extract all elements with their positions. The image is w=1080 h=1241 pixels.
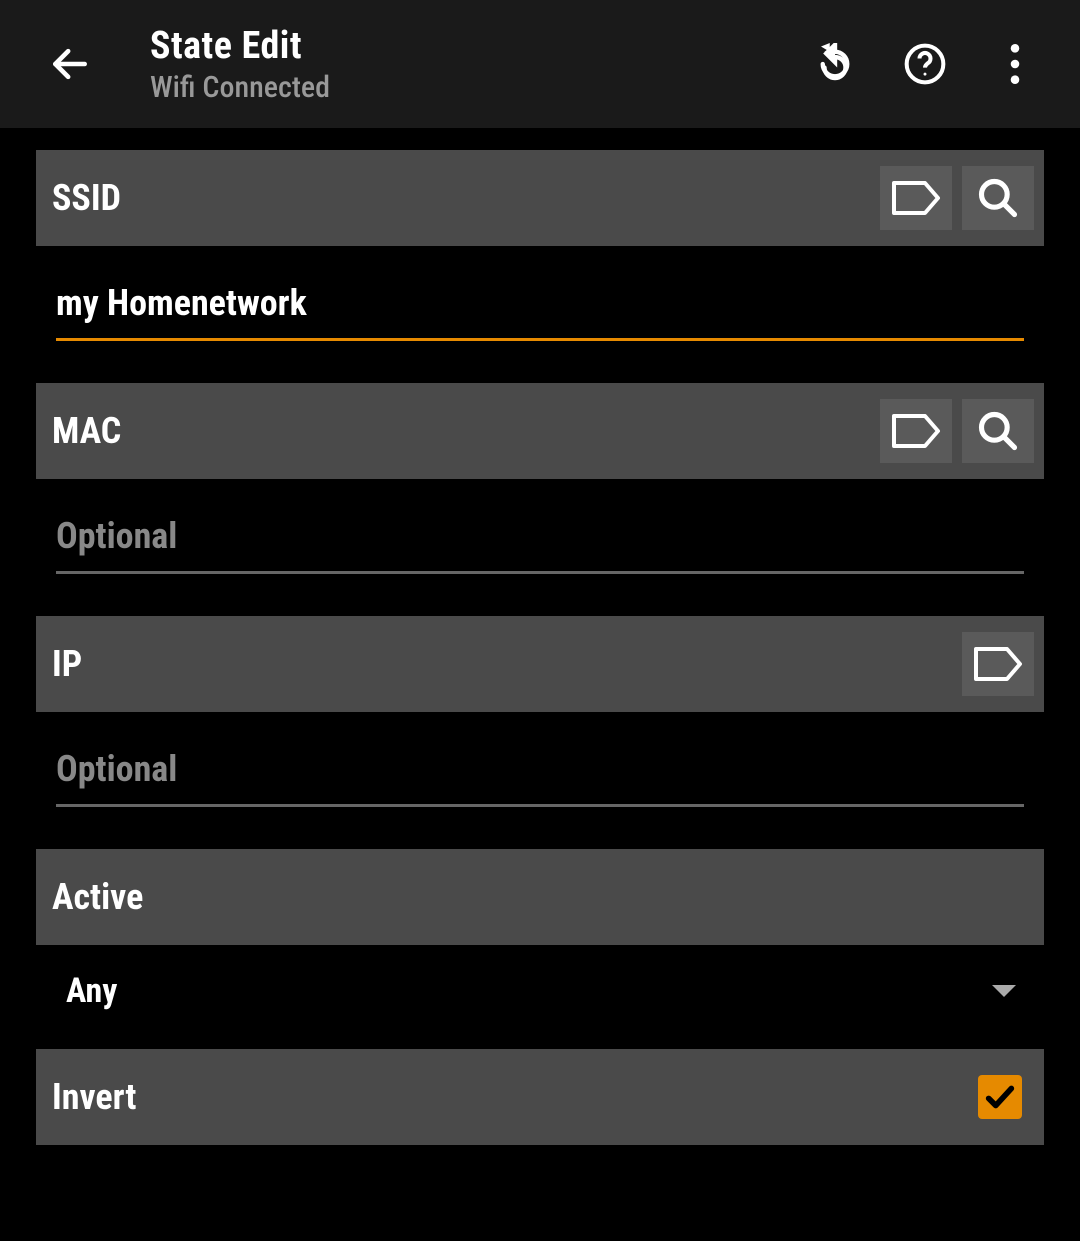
tag-icon xyxy=(891,180,941,216)
search-icon xyxy=(976,409,1020,453)
page-subtitle: Wifi Connected xyxy=(150,70,805,105)
help-icon xyxy=(903,42,947,86)
ip-label: IP xyxy=(52,643,952,685)
mac-header: MAC xyxy=(36,383,1044,479)
mac-search-button[interactable] xyxy=(962,399,1034,463)
ip-header: IP xyxy=(36,616,1044,712)
active-select[interactable]: Any xyxy=(36,951,1044,1031)
ssid-label: SSID xyxy=(52,177,870,219)
more-vertical-icon xyxy=(1010,44,1020,84)
ip-input[interactable] xyxy=(56,738,1024,807)
tag-icon xyxy=(973,646,1023,682)
tag-icon xyxy=(891,413,941,449)
app-header: State Edit Wifi Connected xyxy=(0,0,1080,128)
ssid-input-wrap xyxy=(36,252,1044,341)
help-button[interactable] xyxy=(895,34,955,94)
more-button[interactable] xyxy=(985,34,1045,94)
active-label: Active xyxy=(52,876,1034,918)
active-header: Active xyxy=(36,849,1044,945)
check-icon xyxy=(983,1080,1017,1114)
invert-checkbox[interactable] xyxy=(978,1075,1022,1119)
ssid-search-button[interactable] xyxy=(962,166,1034,230)
ssid-tag-button[interactable] xyxy=(880,166,952,230)
back-button[interactable] xyxy=(30,24,110,104)
search-icon xyxy=(976,176,1020,220)
mac-label: MAC xyxy=(52,410,870,452)
page-title: State Edit xyxy=(150,24,805,68)
arrow-left-icon xyxy=(48,42,92,86)
invert-row[interactable]: Invert xyxy=(36,1049,1044,1145)
content: SSID MAC xyxy=(0,128,1080,1145)
undo-icon xyxy=(814,43,856,85)
invert-label: Invert xyxy=(52,1076,978,1118)
ip-input-wrap xyxy=(36,718,1044,807)
ip-tag-button[interactable] xyxy=(962,632,1034,696)
chevron-down-icon xyxy=(992,985,1016,997)
mac-input-wrap xyxy=(36,485,1044,574)
mac-tag-button[interactable] xyxy=(880,399,952,463)
active-value: Any xyxy=(66,971,992,1011)
ssid-input[interactable] xyxy=(56,272,1024,341)
mac-input[interactable] xyxy=(56,505,1024,574)
header-actions xyxy=(805,34,1060,94)
ssid-header: SSID xyxy=(36,150,1044,246)
undo-button[interactable] xyxy=(805,34,865,94)
title-block: State Edit Wifi Connected xyxy=(150,24,805,105)
